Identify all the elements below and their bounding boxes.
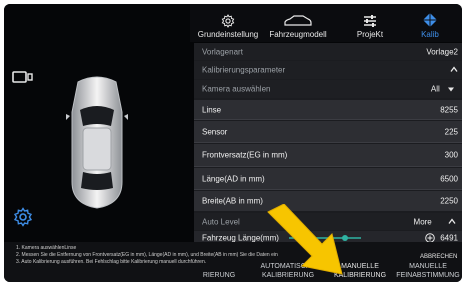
tab-grundeinstellung-label: Grundeinstellung [197, 30, 259, 39]
kalibrierungsparameter-label: Kalibrierungsparameter [202, 65, 286, 75]
frontversatz-row[interactable]: Frontversatz(EG in mm) 300 [194, 144, 462, 166]
chevron-up-icon[interactable] [448, 217, 456, 224]
sensor-label: Sensor [202, 127, 228, 136]
vorlagenart-row[interactable]: Vorlagenart Vorlage2 [194, 43, 462, 60]
linse-label: Linse [202, 105, 222, 114]
linse-row[interactable]: Linse 8255 [194, 100, 462, 119]
vorlagenart-label: Vorlagenart [202, 47, 243, 56]
dropdown-arrow-icon [448, 87, 454, 92]
tab-manuelle-feinabstimmung[interactable]: MANUELLE FEINABSTIMMUNG [396, 262, 460, 280]
sensor-value[interactable]: 225 [445, 127, 458, 136]
hint-line-3: 3. Auto Kalibrierung ausführen. Bei Fehl… [16, 259, 207, 265]
device-frame: Grundeinstellung Fahrzeugmodell ProjeKt [0, 0, 464, 284]
sliders-icon [364, 15, 376, 27]
kamera-auswaehlen-label: Kamera auswählen [202, 84, 271, 94]
linse-value[interactable]: 8255 [440, 105, 458, 114]
tab-projekt[interactable]: ProjeKt [340, 4, 400, 42]
abbrechen-button[interactable]: ABBRECHEN [420, 254, 457, 260]
tab-fahrzeugmodell-label: Fahrzeugmodell [269, 30, 327, 39]
auto-level-controls: More [414, 217, 456, 226]
app-screen: Grundeinstellung Fahrzeugmodell ProjeKt [4, 4, 462, 282]
tab-fahrzeugmodell[interactable]: Fahrzeugmodell [260, 4, 336, 42]
chevron-up-icon [450, 66, 458, 75]
hint-line-1: 1. Kamera auswählenLinse [16, 245, 77, 251]
laenge-value[interactable]: 6500 [440, 174, 458, 183]
divider [194, 119, 462, 120]
car-view-panel [4, 4, 189, 242]
hint-line-2: 2. Messen Sie die Entfernung von Frontve… [16, 252, 278, 258]
car-outline-icon [284, 15, 312, 26]
divider [194, 142, 462, 143]
laenge-label: Länge(AD in mm) [202, 174, 265, 183]
tab-kalib[interactable]: Kalib [402, 4, 458, 42]
kamera-auswaehlen-row[interactable]: Kamera auswählen All [194, 80, 462, 98]
tab-projekt-label: ProjeKt [356, 30, 384, 39]
tab-grundeinstellung[interactable]: Grundeinstellung [198, 4, 258, 42]
breite-value[interactable]: 2250 [440, 197, 458, 206]
tab-rierung-label: RIERUNG [202, 272, 236, 279]
gear-icon [221, 14, 235, 28]
kamera-value: All [430, 84, 440, 94]
kalibrierungsparameter-header[interactable]: Kalibrierungsparameter [194, 61, 462, 79]
kamera-select[interactable]: All [431, 85, 454, 94]
frontversatz-value[interactable]: 300 [445, 151, 458, 160]
yellow-pointer-arrow-icon [267, 204, 343, 275]
tab-rierung[interactable]: RIERUNG [200, 271, 238, 280]
tab-kalib-label: Kalib [421, 30, 439, 39]
divider [194, 166, 462, 167]
tab-manuelle-fein-line2: FEINABSTIMMUNG [396, 272, 460, 279]
vorlagenart-value: Vorlage2 [426, 47, 458, 56]
laenge-row[interactable]: Länge(AD in mm) 6500 [194, 168, 462, 189]
crosshair-icon [422, 12, 438, 28]
more-button[interactable]: More [414, 217, 432, 226]
car-top-view-icon [66, 76, 128, 209]
auto-level-label: Auto Level [202, 217, 240, 226]
sensor-row[interactable]: Sensor 225 [194, 121, 462, 142]
top-toolbar: Grundeinstellung Fahrzeugmodell ProjeKt [190, 4, 462, 42]
camera-icon[interactable] [12, 70, 34, 84]
settings-gear-icon[interactable] [13, 207, 33, 227]
bottom-bar: 1. Kamera auswählenLinse 2. Messen Sie d… [4, 242, 462, 282]
divider [194, 189, 462, 190]
breite-label: Breite(AB in mm) [202, 196, 263, 206]
frontversatz-label: Frontversatz(EG in mm) [202, 150, 288, 160]
tab-manuelle-fein-line1: MANUELLE [409, 263, 447, 270]
